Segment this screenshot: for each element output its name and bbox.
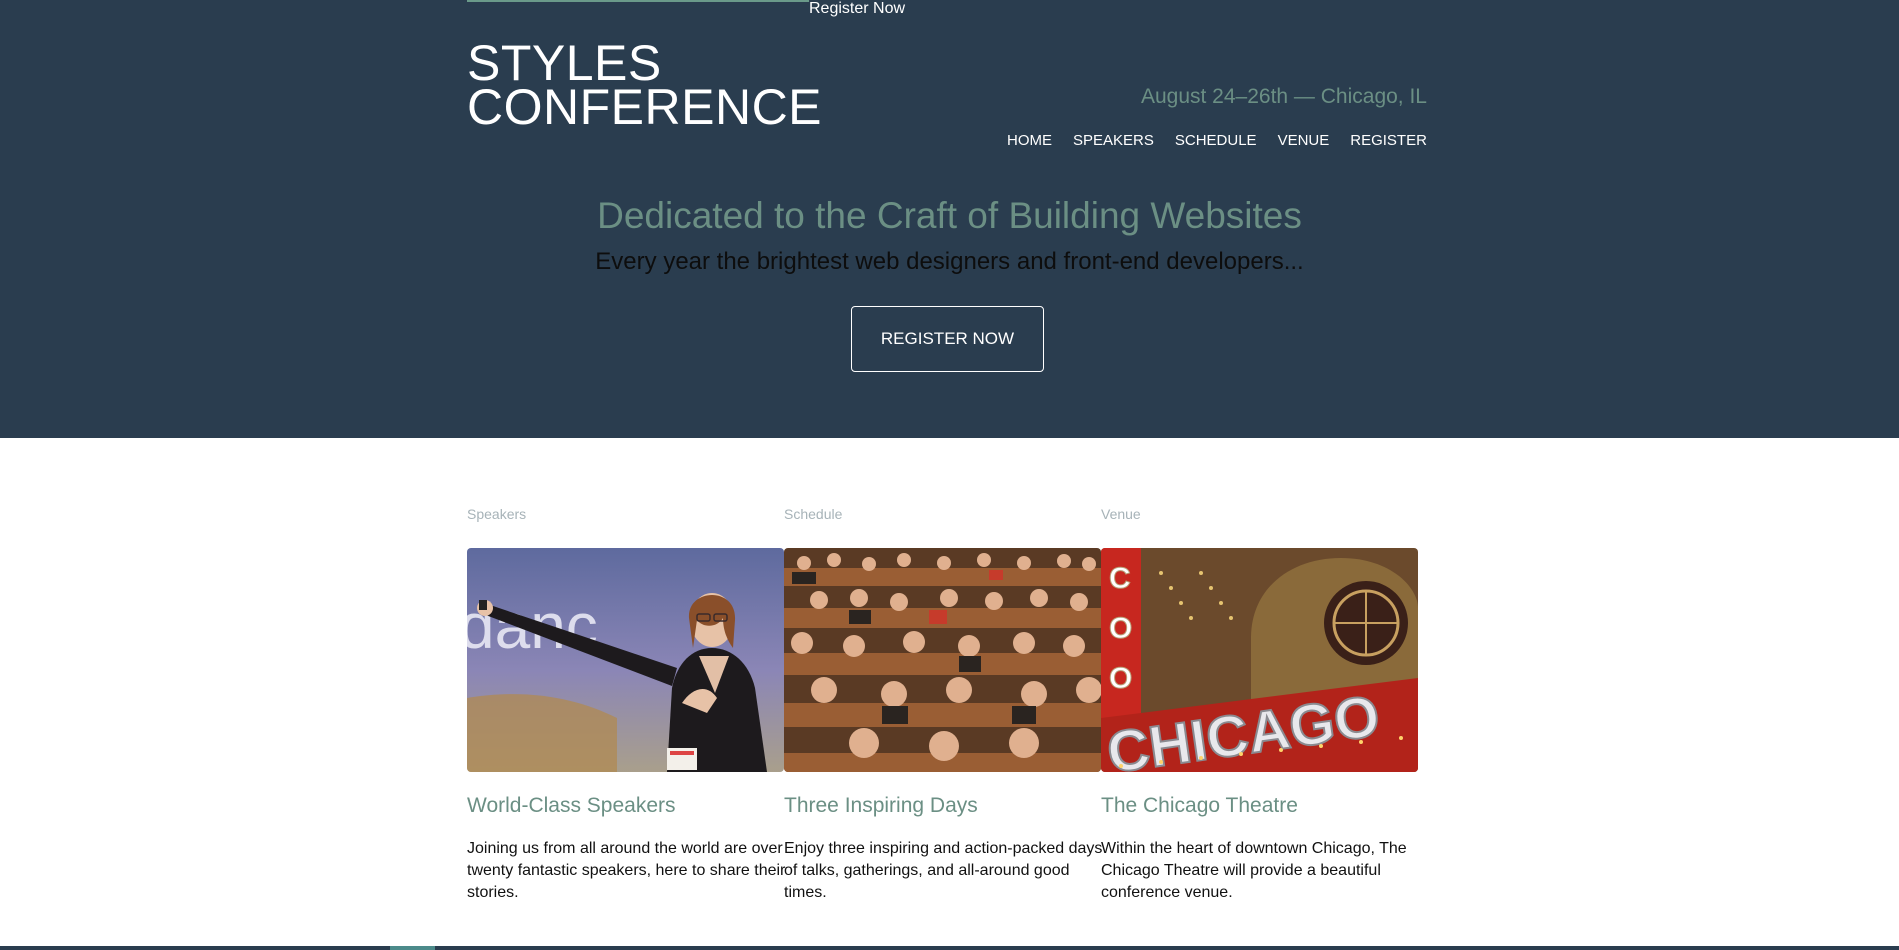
- nav-home[interactable]: HOME: [1007, 132, 1052, 150]
- sign-letter-2: O: [1109, 612, 1132, 645]
- speakers-title[interactable]: World-Class Speakers: [467, 794, 784, 818]
- sign-letter-1: C: [1109, 562, 1131, 595]
- register-now-button[interactable]: REGISTER NOW: [851, 306, 1044, 372]
- schedule-column: Schedule Three Inspiring Days Enjoy thre…: [784, 506, 1102, 904]
- nav-venue[interactable]: VENUE: [1278, 132, 1330, 150]
- speakers-column: Speakers danc: [467, 506, 785, 904]
- venue-description: Within the heart of downtown Chicago, Th…: [1101, 840, 1407, 901]
- theatre-photo-illustration: C O O CHICAGO: [1101, 548, 1418, 772]
- nav-schedule[interactable]: SCHEDULE: [1175, 132, 1257, 150]
- hero-tagline: Dedicated to the Craft of Building Websi…: [597, 195, 1302, 236]
- site-logo[interactable]: STYLES CONFERENCE: [467, 38, 823, 135]
- top-register-link[interactable]: Register Now: [809, 0, 905, 17]
- footer-edge: [0, 946, 1899, 950]
- venue-column: Venue C O O CHICAGO The Chicago Theatre …: [1101, 506, 1418, 904]
- schedule-label: Schedule: [784, 506, 843, 522]
- hero-subtagline: Every year the brightest web designers a…: [595, 248, 1304, 275]
- venue-label: Venue: [1101, 506, 1141, 522]
- primary-nav: HOME SPEAKERS SCHEDULE VENUE REGISTER: [1007, 132, 1448, 150]
- nav-speakers[interactable]: SPEAKERS: [1073, 132, 1154, 150]
- footer-accent: [390, 946, 435, 950]
- nav-register[interactable]: REGISTER: [1350, 132, 1427, 150]
- speaker-photo[interactable]: danc: [467, 548, 784, 772]
- speakers-label: Speakers: [467, 506, 527, 522]
- sign-letter-3: O: [1109, 662, 1132, 695]
- event-dates: August 24–26th — Chicago, IL: [1140, 85, 1427, 108]
- audience-photo[interactable]: [784, 548, 1101, 772]
- hero-section: Register Now STYLES CONFERENCE August 24…: [0, 0, 1899, 438]
- theatre-photo[interactable]: C O O CHICAGO: [1101, 548, 1418, 772]
- speakers-description: Joining us from all around the world are…: [467, 840, 786, 901]
- speaker-photo-illustration: danc: [467, 548, 784, 772]
- venue-title[interactable]: The Chicago Theatre: [1101, 794, 1418, 818]
- schedule-title[interactable]: Three Inspiring Days: [784, 794, 1101, 818]
- schedule-description: Enjoy three inspiring and action-packed …: [784, 840, 1103, 901]
- audience-photo-illustration: [784, 548, 1101, 772]
- logo-line-2: CONFERENCE: [467, 79, 823, 135]
- top-accent-line: [467, 0, 809, 2]
